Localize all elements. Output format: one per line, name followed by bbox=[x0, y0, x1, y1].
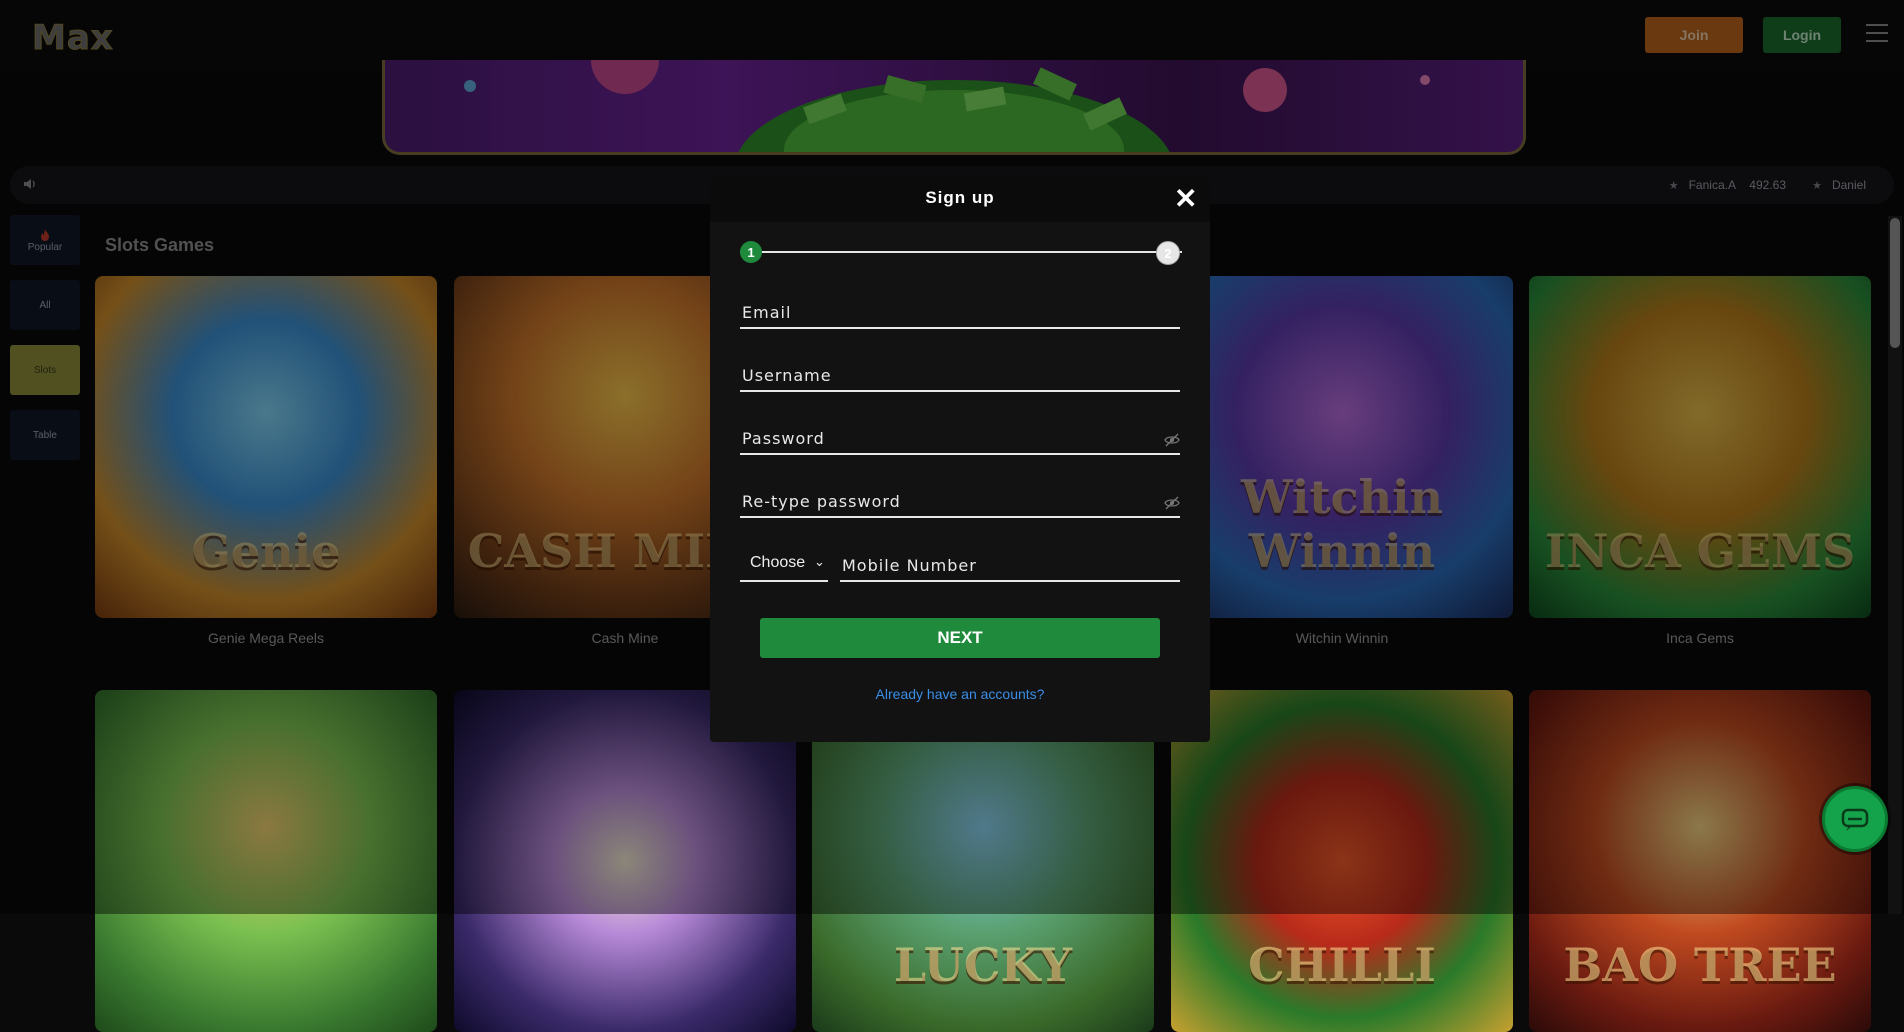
close-icon[interactable]: ✕ bbox=[1174, 182, 1197, 215]
chevron-down-icon: ⌄ bbox=[814, 554, 825, 569]
modal-header: Sign up ✕ bbox=[710, 176, 1210, 222]
mobile-number-field[interactable] bbox=[840, 555, 1174, 576]
chat-bubble-icon bbox=[1841, 808, 1869, 831]
email-field[interactable] bbox=[740, 302, 1144, 323]
game-art-text: CHILLI bbox=[1248, 938, 1436, 992]
next-button[interactable]: NEXT bbox=[760, 618, 1160, 658]
step-indicator-2: 2 bbox=[1156, 241, 1180, 265]
signup-modal: Sign up ✕ 1 2 Choose ⌄ NEXT Already have… bbox=[710, 176, 1210, 742]
game-art-text: LUCKY bbox=[893, 938, 1073, 992]
country-code-select[interactable]: Choose ⌄ bbox=[740, 552, 828, 582]
email-field-wrapper bbox=[740, 295, 1180, 329]
retype-password-field[interactable] bbox=[740, 491, 1144, 512]
country-code-value: Choose bbox=[750, 554, 806, 571]
scrollbar-thumb[interactable] bbox=[1890, 218, 1900, 348]
retype-password-field-wrapper bbox=[740, 484, 1180, 518]
already-have-account-link[interactable]: Already have an accounts? bbox=[710, 686, 1210, 702]
step-indicator-1: 1 bbox=[740, 241, 762, 263]
game-art-text: BAO TREE bbox=[1563, 938, 1837, 992]
eye-slash-icon[interactable] bbox=[1164, 433, 1180, 447]
mobile-field-wrapper bbox=[840, 548, 1180, 582]
eye-slash-icon[interactable] bbox=[1164, 496, 1180, 510]
password-field[interactable] bbox=[740, 428, 1144, 449]
password-field-wrapper bbox=[740, 421, 1180, 455]
username-field-wrapper bbox=[740, 358, 1180, 392]
step-progress-line bbox=[740, 251, 1182, 253]
username-field[interactable] bbox=[740, 365, 1144, 386]
modal-title: Sign up bbox=[925, 188, 995, 207]
chat-button[interactable] bbox=[1822, 786, 1888, 852]
